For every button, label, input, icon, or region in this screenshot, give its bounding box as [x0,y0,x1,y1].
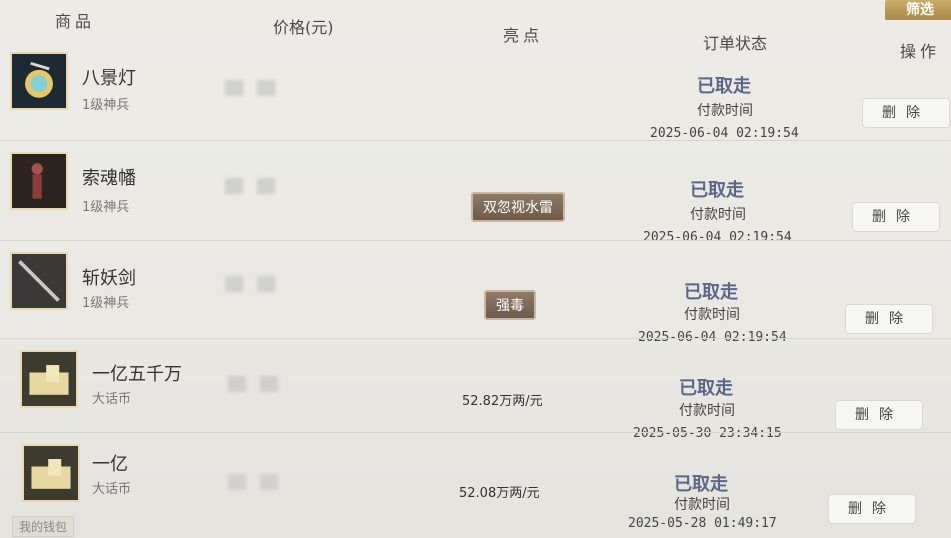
product-name: 索魂幡 [82,168,136,189]
pay-time: 2025-05-28 01:49:17 [628,516,777,531]
filter-button[interactable]: 筛选 [885,0,951,20]
delete-button[interactable]: 删除 [852,202,940,232]
delete-button[interactable]: 删除 [845,304,933,334]
price-blurred [228,474,298,492]
coin-stack-icon [22,444,80,502]
delete-button[interactable]: 删除 [835,400,923,430]
product-name: 一亿五千万 [92,364,182,385]
order-status: 已取走 [679,378,733,399]
wallet-tab[interactable]: 我的钱包 [12,516,75,537]
pay-label: 付款时间 [690,207,746,223]
delete-button[interactable]: 删除 [828,494,916,524]
pay-label: 付款时间 [674,497,730,513]
product-sub: 大话币 [92,392,132,407]
order-status: 已取走 [690,180,744,201]
pay-time: 2025-06-04 02:19:54 [643,230,792,245]
highlight-badge: 强毒 [484,290,536,320]
banner-icon [10,152,68,210]
product-name: 一亿 [92,454,128,475]
header-product: 商品 [55,12,96,31]
pay-time: 2025-06-04 02:19:54 [650,126,799,141]
row-divider [0,240,951,241]
table-row: 八景灯 1级神兵 已取走 付款时间 2025-06-04 02:19:54 删除 [0,44,951,141]
product-sub: 1级神兵 [82,296,130,311]
highlight-rate: 52.08万两/元 [459,486,540,501]
table-row: 索魂幡 1级神兵 双忽视水雷 已取走 付款时间 2025-06-04 02:19… [0,144,951,245]
order-status: 已取走 [697,76,751,97]
product-sub: 大话币 [92,482,132,497]
header-highlight: 亮点 [503,26,544,45]
header-price: 价格(元) [273,18,334,37]
table-row: 斩妖剑 1级神兵 强毒 已取走 付款时间 2025-06-04 02:19:54… [0,244,951,345]
price-blurred [228,376,298,394]
row-divider [0,338,951,339]
table-row: 一亿五千万 大话币 52.82万两/元 已取走 付款时间 2025-05-30 … [0,342,951,441]
order-status: 已取走 [674,474,728,495]
product-sub: 1级神兵 [82,98,130,113]
row-divider [0,432,951,433]
product-name: 斩妖剑 [82,268,136,289]
lantern-icon [10,52,68,110]
pay-label: 付款时间 [697,103,753,119]
table-row: 一亿 大话币 52.08万两/元 已取走 付款时间 2025-05-28 01:… [0,436,951,531]
highlight-badge: 双忽视水雷 [471,192,565,222]
delete-button[interactable]: 删除 [862,98,950,128]
pay-label: 付款时间 [684,307,740,323]
pay-label: 付款时间 [679,403,735,419]
sword-icon [10,252,68,310]
row-divider [0,140,951,141]
price-blurred [225,178,295,196]
price-blurred [225,80,295,98]
highlight-rate: 52.82万两/元 [462,394,543,409]
coin-stack-icon [20,350,78,408]
product-name: 八景灯 [82,68,136,89]
order-status: 已取走 [684,282,738,303]
product-sub: 1级神兵 [82,200,130,215]
price-blurred [225,276,295,294]
